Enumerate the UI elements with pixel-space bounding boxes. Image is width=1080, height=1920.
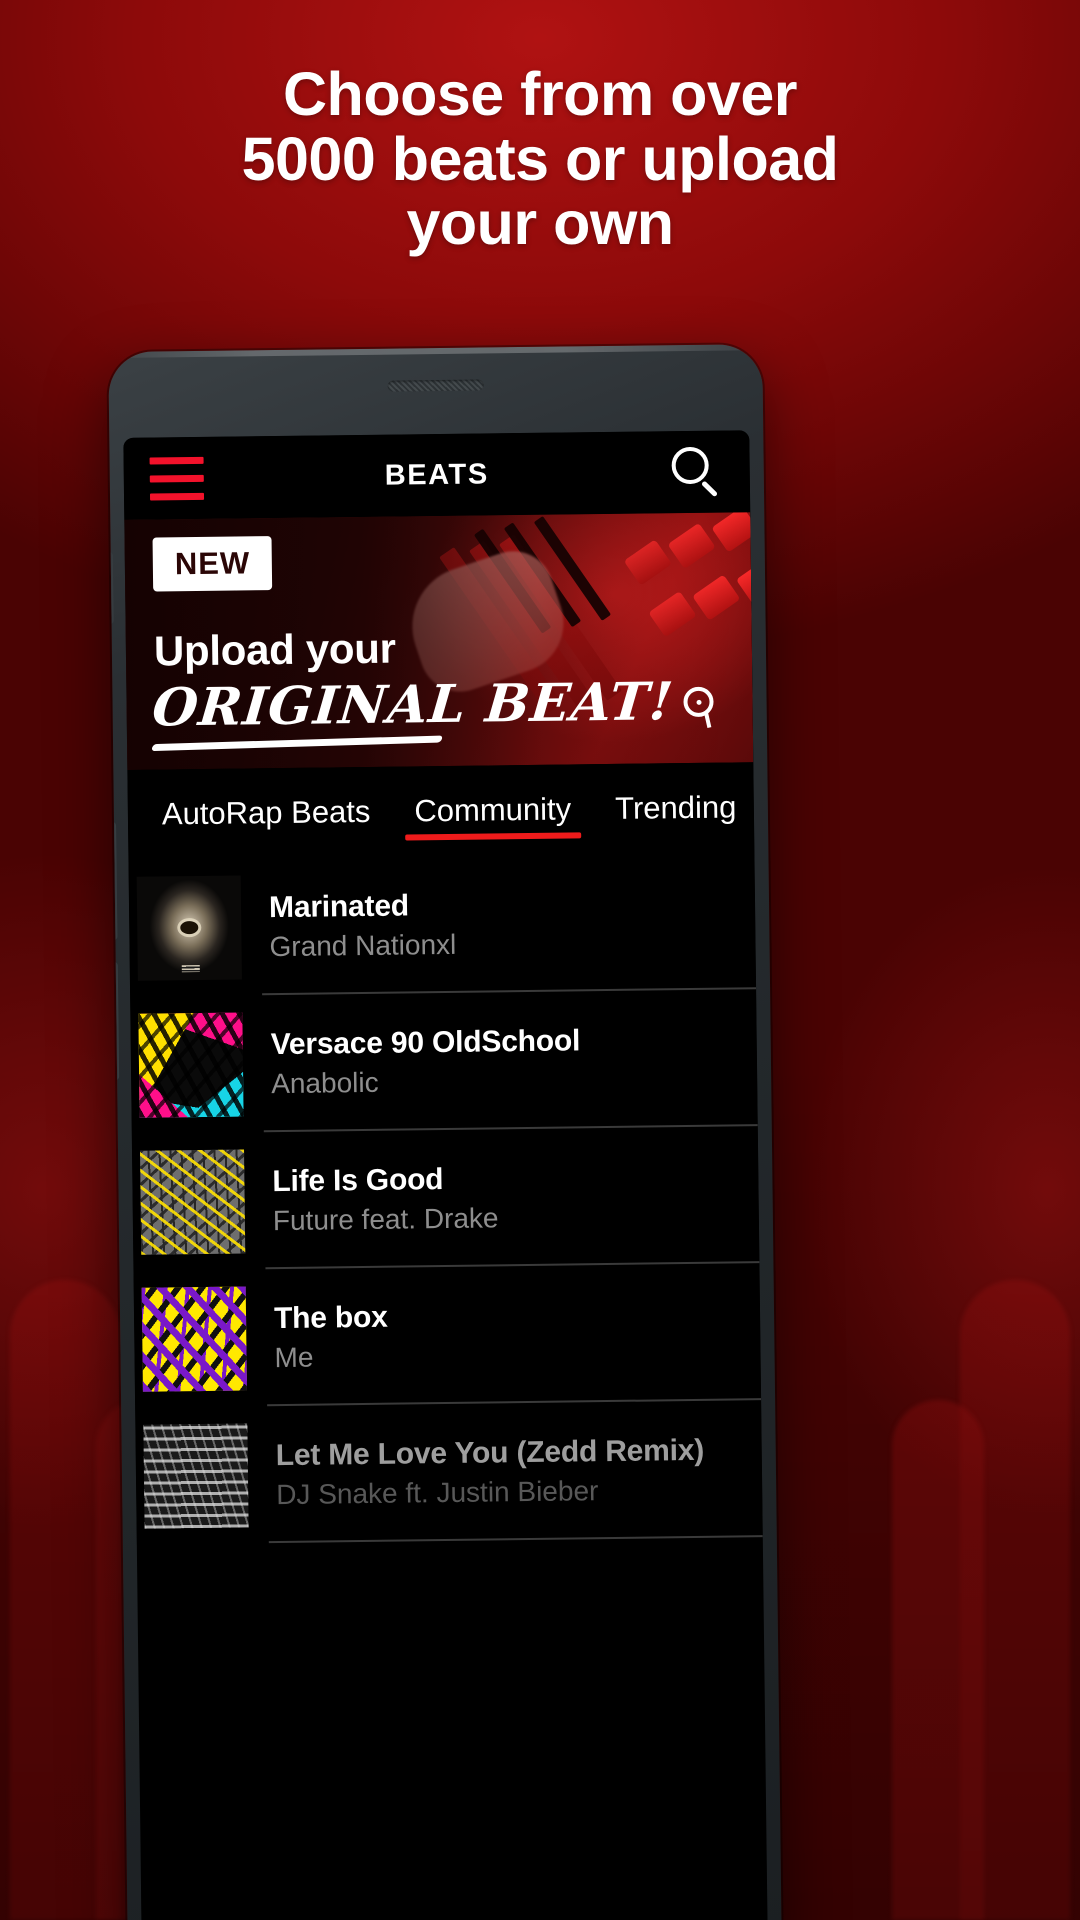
track-artist: Anabolic xyxy=(271,1066,379,1099)
page-title: BEATS xyxy=(384,457,490,492)
track-artwork xyxy=(138,1011,244,1118)
list-item[interactable]: The box Me xyxy=(133,1263,762,1408)
track-meta: Marinated Grand Nationxl xyxy=(269,888,457,962)
status-badge: NEW xyxy=(152,536,273,592)
tab-community[interactable]: Community xyxy=(392,764,594,856)
search-icon-lens xyxy=(671,446,709,485)
list-item[interactable]: Marinated Grand Nationxl xyxy=(128,852,757,997)
list-item[interactable]: Let Me Love You (Zedd Remix) DJ Snake ft… xyxy=(135,1400,763,1545)
decorative-shape-right-outer xyxy=(960,1280,1070,1920)
track-title: Versace 90 OldSchool xyxy=(270,1023,581,1061)
track-artist: Grand Nationxl xyxy=(269,928,457,962)
headline-line-3: your own xyxy=(406,189,674,258)
track-title: Life Is Good xyxy=(272,1162,444,1198)
tab-trending[interactable]: Trending xyxy=(593,762,755,854)
banner-line-1: Upload your xyxy=(153,624,396,675)
hamburger-line-1 xyxy=(149,456,204,465)
banner-line-2: Original Beat! xyxy=(150,671,716,739)
track-meta: Versace 90 OldSchool Anabolic xyxy=(271,1024,581,1100)
category-tabs[interactable]: AutoRap Beats Community Trending Recent … xyxy=(127,762,755,860)
track-artwork xyxy=(140,1148,246,1255)
list-item[interactable]: Life Is Good Future feat. Drake xyxy=(132,1126,760,1271)
track-title: Marinated xyxy=(268,888,410,924)
headline-line-2: 5000 beats or upload xyxy=(241,124,839,193)
track-title: The box xyxy=(273,1300,388,1335)
app-bar: BEATS xyxy=(123,430,751,520)
tab-autorap-beats[interactable]: AutoRap Beats xyxy=(139,767,393,860)
decorative-shape-right-inner xyxy=(892,1400,984,1920)
track-artwork xyxy=(141,1285,247,1392)
track-artwork xyxy=(136,874,242,981)
earpiece-speaker xyxy=(387,379,484,392)
promo-headline: Choose from over 5000 beats or upload yo… xyxy=(0,62,1080,256)
track-meta: Let Me Love You (Zedd Remix) DJ Snake ft… xyxy=(276,1433,705,1510)
track-artist: Future feat. Drake xyxy=(272,1201,499,1236)
list-item[interactable]: Versace 90 OldSchool Anabolic xyxy=(130,989,758,1134)
track-artwork xyxy=(143,1422,249,1529)
track-meta: Life Is Good Future feat. Drake xyxy=(272,1162,499,1237)
headline-line-1: Choose from over xyxy=(283,60,798,128)
banner-line-2-text: Original Beat! xyxy=(149,671,677,739)
vinyl-record-icon xyxy=(683,686,714,717)
phone-mockup: BEATS NEW Upload your ORIGINAL BEAT! Aut… xyxy=(108,344,782,1920)
track-meta: The box Me xyxy=(274,1300,388,1373)
phone-screen: BEATS NEW Upload your ORIGINAL BEAT! Aut… xyxy=(123,430,768,1920)
list-divider xyxy=(268,1535,763,1544)
track-artist: DJ Snake ft. Justin Bieber xyxy=(276,1474,599,1510)
search-icon-handle xyxy=(701,480,719,497)
list-bottom-fade xyxy=(140,1824,768,1920)
decorative-shape-left-outer xyxy=(10,1280,120,1920)
hamburger-line-3 xyxy=(149,492,205,501)
track-artist: Me xyxy=(274,1341,314,1373)
beat-list: Marinated Grand Nationxl Versace 90 OldS… xyxy=(128,852,763,1545)
track-title: Let Me Love You (Zedd Remix) xyxy=(275,1433,705,1472)
search-icon[interactable] xyxy=(667,444,724,501)
upload-beat-banner[interactable]: NEW Upload your Original Beat! xyxy=(124,512,754,770)
hamburger-icon[interactable] xyxy=(149,456,205,501)
hamburger-line-2 xyxy=(149,474,204,483)
